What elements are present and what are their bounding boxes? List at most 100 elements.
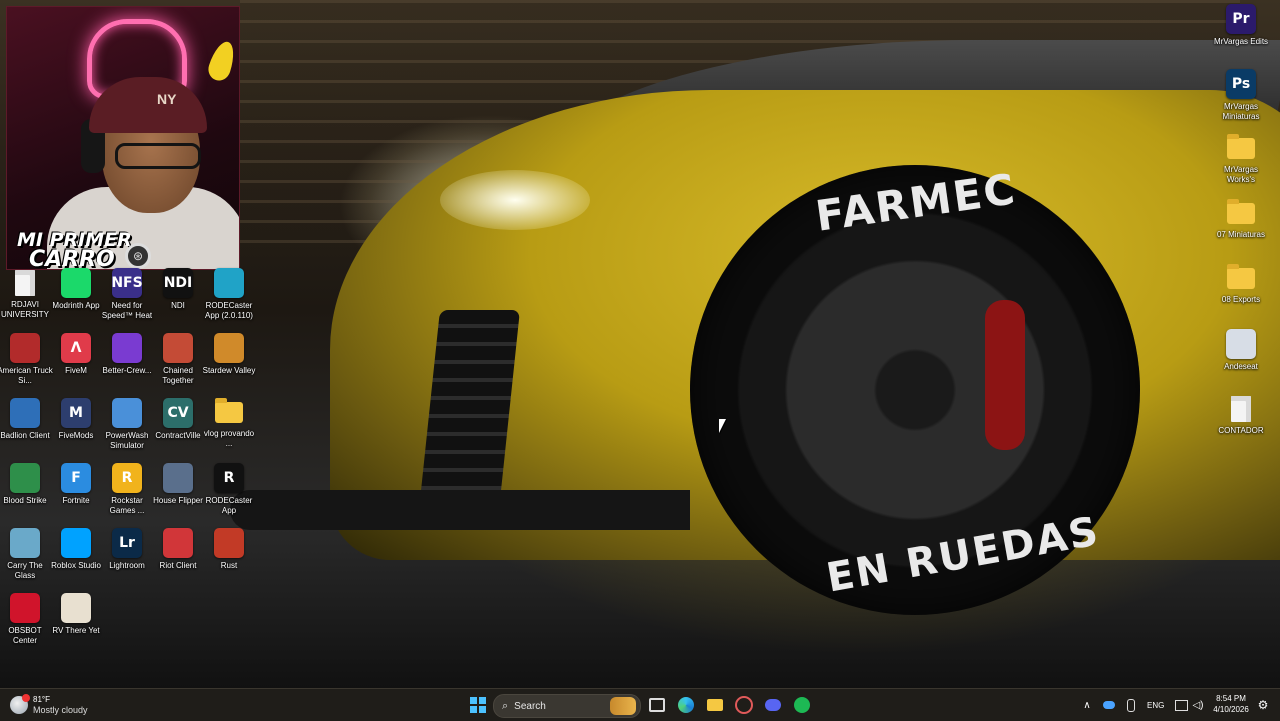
desktop-icon-modrinth-app[interactable]: Modrinth App [48,268,104,311]
desktop-icon-badlion-client[interactable]: Badlion Client [0,398,53,441]
desktop-icon-rodecaster-app[interactable]: R RODECaster App [201,463,257,516]
desktop[interactable]: FARMEC EN RUEDAS NY MI PRIMER CARRO ⊛ RD… [0,0,1280,688]
weather-widget[interactable]: 81°F Mostly cloudy [10,693,88,717]
webcam-overlay: NY MI PRIMER CARRO ⊛ [6,6,240,270]
start-button[interactable] [466,693,490,717]
desktop-icon-blood-strike[interactable]: Blood Strike [0,463,53,506]
desktop-icon-label: RODECaster App [205,496,253,515]
bloodstrike-icon [10,463,40,493]
cloud-icon [10,694,30,714]
file-explorer-button[interactable] [703,693,727,717]
desktop-icon-label: Andeseat [1224,362,1258,371]
mouse-cursor-icon [719,419,726,433]
desktop-icon-label: Badlion Client [0,431,50,440]
network-button[interactable] [1172,693,1190,717]
snipping-tool-button[interactable] [732,693,756,717]
search-box[interactable]: ⌕ Search [493,694,641,718]
desktop-icon-american-truck-si[interactable]: American Truck Si... [0,333,53,386]
desktop-icon-label: MrVargas Edits [1213,37,1269,46]
desktop-icon-label: American Truck Si... [0,366,53,385]
premiere-icon: Pr [1226,4,1256,34]
desktop-icon-rdjavi-university[interactable]: RDJAVI UNIVERSITY [0,268,53,320]
modrinth-icon [61,268,91,298]
desktop-icon-contractville[interactable]: CV ContractVille [150,398,206,441]
desktop-icon-mrvargas-works-s[interactable]: MrVargas Works's [1213,134,1269,185]
desktop-icon-fivemods[interactable]: M FiveMods [48,398,104,441]
desktop-icon-label: OBSBOT Center [8,626,42,645]
desktop-icon-contador[interactable]: CONTADOR [1213,394,1269,436]
webcam-title-line2: CARRO [29,247,115,270]
notifications-button[interactable]: ⚙ [1254,693,1272,717]
tray-cloud-button[interactable] [1099,693,1119,717]
desktop-icon-chained-together[interactable]: Chained Together [150,333,206,386]
language-indicator[interactable]: ENG [1147,701,1164,710]
fortnite-icon: F [61,463,91,493]
desktop-icon-riot-client[interactable]: Riot Client [150,528,206,571]
desktop-icon-label: 07 Miniaturas [1216,230,1266,239]
spotify-icon [794,697,810,713]
photoshop-icon: Ps [1226,69,1256,99]
carryglass-icon [10,528,40,558]
desktop-icon-label: RDJAVI UNIVERSITY [0,300,49,319]
desktop-icon-rodecaster-app-2-0-110[interactable]: RODECaster App (2.0.110) [201,268,257,321]
tray-mic-button[interactable] [1121,693,1141,717]
clock[interactable]: 8:54 PM 4/10/2026 [1208,693,1254,715]
wallpaper-brake-caliper [985,300,1025,450]
cap-logo: NY [157,91,177,107]
desktop-icon-label: ContractVille [155,431,201,440]
tray-overflow-chevron[interactable]: ∧ [1078,693,1096,717]
desktop-icon-mrvargas-miniaturas[interactable]: Ps MrVargas Miniaturas [1213,69,1269,122]
desktop-icon-label: vlog provando ... [203,429,255,448]
desktop-icon-carry-the-glass[interactable]: Carry The Glass [0,528,53,581]
document-icon [1231,396,1251,422]
desktop-icon-powerwash-simulator[interactable]: PowerWash Simulator [99,398,155,451]
snipping-tool-icon [735,696,753,714]
weather-temperature: 81°F [33,694,50,704]
desktop-icon-label: Rust [220,561,238,570]
rust-icon [214,528,244,558]
desktop-icon-label: CONTADOR [1218,426,1264,435]
desktop-icon-lightroom[interactable]: Lr Lightroom [99,528,155,571]
contractville-icon: CV [163,398,193,428]
desktop-icon-house-flipper[interactable]: House Flipper [150,463,206,506]
desktop-icon-08-exports[interactable]: 08 Exports [1213,264,1269,305]
desktop-icon-label: Stardew Valley [202,366,256,375]
rvthereyet-icon [61,593,91,623]
volume-button[interactable]: ◁) [1189,693,1207,717]
ndi-icon: NDI [163,268,193,298]
desktop-icon-rv-there-yet[interactable]: RV There Yet [48,593,104,636]
desktop-icon-better-crew[interactable]: Better-Crew... [99,333,155,376]
desktop-icon-label: MrVargas Miniaturas [1222,102,1260,121]
desktop-icon-rockstar-games[interactable]: R Rockstar Games ... [99,463,155,516]
desktop-icon-need-for-speed-heat[interactable]: NFS Need for Speed™ Heat [99,268,155,321]
weather-condition: Mostly cloudy [33,704,88,715]
taskbar: 81°F Mostly cloudy ⌕ Search ∧ ENG ◁) 8:5… [0,688,1280,721]
desktop-icon-label: Lightroom [109,561,145,570]
rodecaster-app-icon: R [214,463,244,493]
desktop-icon-label: Better-Crew... [102,366,152,375]
discord-button[interactable] [761,693,785,717]
desktop-icon-ndi[interactable]: NDI NDI [150,268,206,311]
lightroom-icon: Lr [112,528,142,558]
desktop-icon-obsbot-center[interactable]: OBSBOT Center [0,593,53,646]
desktop-icon-fortnite[interactable]: F Fortnite [48,463,104,506]
folder-icon [1227,199,1255,224]
spotify-button[interactable] [790,693,814,717]
task-view-button[interactable] [645,693,669,717]
desktop-icon-rust[interactable]: Rust [201,528,257,571]
desktop-icon-vlog-provando[interactable]: vlog provando ... [201,398,257,449]
rodecaster-icon [214,268,244,298]
desktop-icon-07-miniaturas[interactable]: 07 Miniaturas [1213,199,1269,240]
edge-button[interactable] [674,693,698,717]
desktop-icon-stardew-valley[interactable]: Stardew Valley [201,333,257,376]
desktop-icon-label: MrVargas Works's [1223,165,1259,184]
desktop-icon-andeseat[interactable]: Andeseat [1213,329,1269,372]
desktop-icon-label: RODECaster App (2.0.110) [205,301,253,320]
obsbot-icon [10,593,40,623]
riot-icon [163,528,193,558]
desktop-icon-roblox-studio[interactable]: Roblox Studio [48,528,104,571]
search-highlight-icon [610,697,636,715]
desktop-icon-fivem[interactable]: Λ FiveM [48,333,104,376]
desktop-icon-label: Fortnite [62,496,90,505]
desktop-icon-mrvargas-edits[interactable]: Pr MrVargas Edits [1213,4,1269,47]
